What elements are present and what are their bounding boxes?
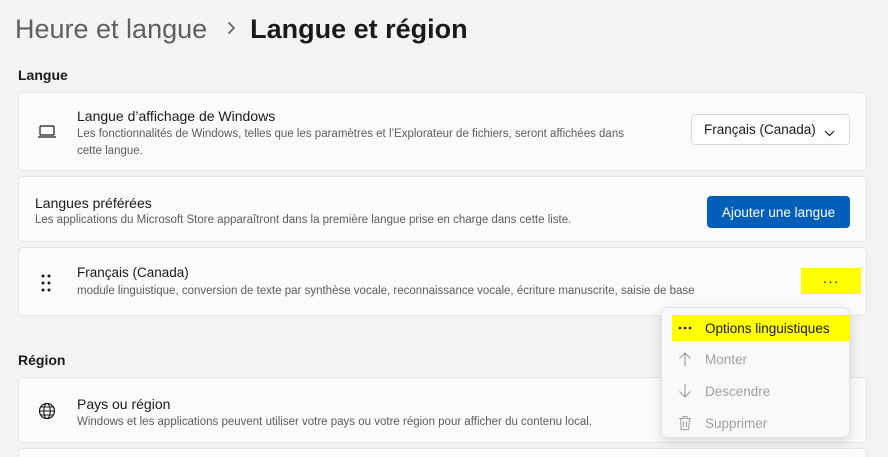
arrow-up-icon bbox=[672, 351, 698, 367]
country-region-description: Windows et les applications peuvent util… bbox=[77, 416, 593, 428]
language-name: Français (Canada) bbox=[77, 265, 189, 280]
language-more-options-button[interactable]: ··· bbox=[801, 268, 861, 294]
menu-item-label: Monter bbox=[705, 351, 748, 367]
display-language-card: Langue d’affichage de Windows Les foncti… bbox=[18, 92, 867, 171]
chevron-down-icon bbox=[824, 125, 835, 140]
chevron-right-icon bbox=[227, 18, 236, 41]
preferred-languages-card: Langues préférées Les applications du Mi… bbox=[18, 176, 867, 242]
section-label-region: Région bbox=[18, 352, 66, 368]
menu-item-label: Options linguistiques bbox=[705, 320, 830, 336]
preferred-languages-description: Les applications du Microsoft Store appa… bbox=[35, 214, 572, 226]
trash-icon bbox=[672, 415, 698, 431]
menu-item-move-down[interactable]: Descendre bbox=[672, 378, 850, 404]
globe-icon bbox=[38, 402, 56, 425]
display-language-title: Langue d’affichage de Windows bbox=[77, 108, 276, 124]
breadcrumb: Heure et langue Langue et région bbox=[15, 10, 468, 48]
menu-item-language-options[interactable]: Options linguistiques bbox=[672, 315, 850, 341]
arrow-down-icon bbox=[672, 383, 698, 399]
add-language-button[interactable]: Ajouter une langue bbox=[707, 196, 850, 228]
language-context-menu: Options linguistiques Monter Descendre S… bbox=[661, 307, 850, 438]
section-label-language: Langue bbox=[18, 67, 68, 83]
breadcrumb-parent-link[interactable]: Heure et langue bbox=[15, 14, 207, 45]
menu-item-delete[interactable]: Supprimer bbox=[672, 410, 850, 436]
display-language-description: Les fonctionnalités de Windows, telles q… bbox=[77, 128, 624, 157]
menu-item-label: Supprimer bbox=[705, 415, 768, 431]
page-title: Langue et région bbox=[250, 13, 468, 44]
display-language-selected-value: Français (Canada) bbox=[704, 122, 816, 137]
more-icon bbox=[672, 326, 698, 330]
drag-handle-icon[interactable] bbox=[41, 274, 51, 297]
language-item-card[interactable]: Français (Canada) module linguistique, c… bbox=[18, 247, 867, 316]
next-region-card bbox=[18, 448, 867, 457]
laptop-icon bbox=[37, 124, 57, 145]
preferred-languages-title: Langues préférées bbox=[35, 195, 152, 211]
display-language-select[interactable]: Français (Canada) bbox=[691, 114, 850, 145]
menu-item-label: Descendre bbox=[705, 383, 771, 399]
menu-item-move-up[interactable]: Monter bbox=[672, 346, 850, 372]
language-features: module linguistique, conversion de texte… bbox=[77, 285, 695, 297]
country-region-title: Pays ou région bbox=[77, 396, 171, 412]
